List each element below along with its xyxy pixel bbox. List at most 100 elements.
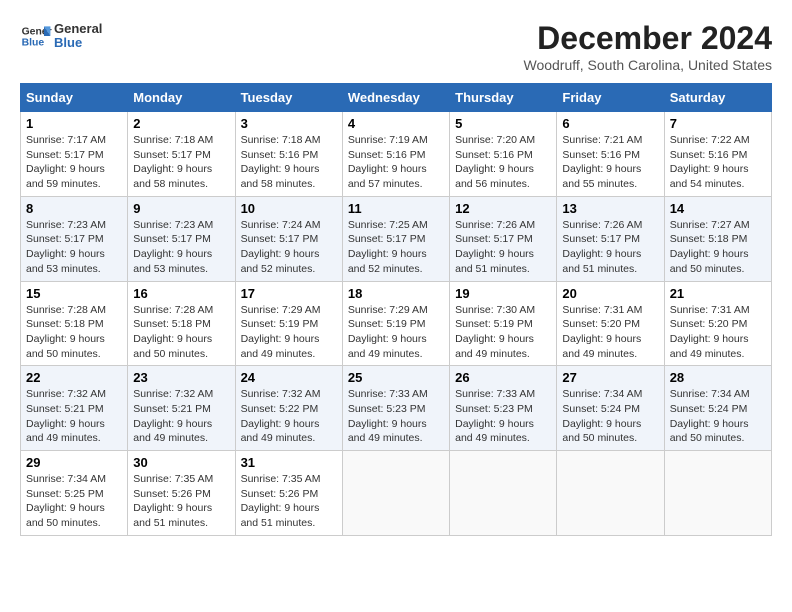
logo-icon: General Blue: [20, 20, 52, 52]
calendar-cell: 15 Sunrise: 7:28 AMSunset: 5:18 PMDaylig…: [21, 281, 128, 366]
calendar-cell: [557, 451, 664, 536]
day-info: Sunrise: 7:28 AMSunset: 5:18 PMDaylight:…: [26, 304, 106, 360]
day-info: Sunrise: 7:35 AMSunset: 5:26 PMDaylight:…: [133, 473, 213, 529]
week-row-2: 8 Sunrise: 7:23 AMSunset: 5:17 PMDayligh…: [21, 196, 772, 281]
calendar-cell: 2 Sunrise: 7:18 AMSunset: 5:17 PMDayligh…: [128, 112, 235, 197]
day-info: Sunrise: 7:18 AMSunset: 5:17 PMDaylight:…: [133, 134, 213, 190]
day-number: 29: [26, 455, 122, 470]
day-number: 26: [455, 370, 551, 385]
calendar-cell: 9 Sunrise: 7:23 AMSunset: 5:17 PMDayligh…: [128, 196, 235, 281]
header-tuesday: Tuesday: [235, 84, 342, 112]
calendar-cell: 14 Sunrise: 7:27 AMSunset: 5:18 PMDaylig…: [664, 196, 771, 281]
day-info: Sunrise: 7:31 AMSunset: 5:20 PMDaylight:…: [562, 304, 642, 360]
calendar-cell: [664, 451, 771, 536]
day-info: Sunrise: 7:29 AMSunset: 5:19 PMDaylight:…: [348, 304, 428, 360]
calendar-cell: 8 Sunrise: 7:23 AMSunset: 5:17 PMDayligh…: [21, 196, 128, 281]
header-sunday: Sunday: [21, 84, 128, 112]
day-number: 4: [348, 116, 444, 131]
week-row-1: 1 Sunrise: 7:17 AMSunset: 5:17 PMDayligh…: [21, 112, 772, 197]
calendar-cell: 25 Sunrise: 7:33 AMSunset: 5:23 PMDaylig…: [342, 366, 449, 451]
svg-text:Blue: Blue: [22, 38, 45, 49]
week-row-4: 22 Sunrise: 7:32 AMSunset: 5:21 PMDaylig…: [21, 366, 772, 451]
calendar-cell: 19 Sunrise: 7:30 AMSunset: 5:19 PMDaylig…: [450, 281, 557, 366]
day-info: Sunrise: 7:31 AMSunset: 5:20 PMDaylight:…: [670, 304, 750, 360]
day-number: 19: [455, 286, 551, 301]
day-info: Sunrise: 7:26 AMSunset: 5:17 PMDaylight:…: [562, 219, 642, 275]
day-info: Sunrise: 7:17 AMSunset: 5:17 PMDaylight:…: [26, 134, 106, 190]
calendar-cell: 5 Sunrise: 7:20 AMSunset: 5:16 PMDayligh…: [450, 112, 557, 197]
calendar-cell: 7 Sunrise: 7:22 AMSunset: 5:16 PMDayligh…: [664, 112, 771, 197]
calendar-cell: 18 Sunrise: 7:29 AMSunset: 5:19 PMDaylig…: [342, 281, 449, 366]
header-thursday: Thursday: [450, 84, 557, 112]
calendar-cell: 30 Sunrise: 7:35 AMSunset: 5:26 PMDaylig…: [128, 451, 235, 536]
calendar-cell: 29 Sunrise: 7:34 AMSunset: 5:25 PMDaylig…: [21, 451, 128, 536]
day-number: 28: [670, 370, 766, 385]
day-info: Sunrise: 7:19 AMSunset: 5:16 PMDaylight:…: [348, 134, 428, 190]
day-info: Sunrise: 7:20 AMSunset: 5:16 PMDaylight:…: [455, 134, 535, 190]
calendar-cell: 24 Sunrise: 7:32 AMSunset: 5:22 PMDaylig…: [235, 366, 342, 451]
header-wednesday: Wednesday: [342, 84, 449, 112]
day-number: 27: [562, 370, 658, 385]
day-info: Sunrise: 7:34 AMSunset: 5:25 PMDaylight:…: [26, 473, 106, 529]
day-number: 13: [562, 201, 658, 216]
day-number: 7: [670, 116, 766, 131]
day-number: 10: [241, 201, 337, 216]
day-number: 1: [26, 116, 122, 131]
day-info: Sunrise: 7:23 AMSunset: 5:17 PMDaylight:…: [133, 219, 213, 275]
calendar-table: SundayMondayTuesdayWednesdayThursdayFrid…: [20, 83, 772, 536]
calendar-cell: 28 Sunrise: 7:34 AMSunset: 5:24 PMDaylig…: [664, 366, 771, 451]
header-friday: Friday: [557, 84, 664, 112]
day-info: Sunrise: 7:22 AMSunset: 5:16 PMDaylight:…: [670, 134, 750, 190]
calendar-cell: 6 Sunrise: 7:21 AMSunset: 5:16 PMDayligh…: [557, 112, 664, 197]
day-number: 24: [241, 370, 337, 385]
calendar-cell: 31 Sunrise: 7:35 AMSunset: 5:26 PMDaylig…: [235, 451, 342, 536]
day-number: 5: [455, 116, 551, 131]
calendar-cell: 12 Sunrise: 7:26 AMSunset: 5:17 PMDaylig…: [450, 196, 557, 281]
week-row-5: 29 Sunrise: 7:34 AMSunset: 5:25 PMDaylig…: [21, 451, 772, 536]
calendar-cell: 1 Sunrise: 7:17 AMSunset: 5:17 PMDayligh…: [21, 112, 128, 197]
day-info: Sunrise: 7:33 AMSunset: 5:23 PMDaylight:…: [455, 388, 535, 444]
day-number: 8: [26, 201, 122, 216]
day-info: Sunrise: 7:25 AMSunset: 5:17 PMDaylight:…: [348, 219, 428, 275]
day-number: 12: [455, 201, 551, 216]
day-info: Sunrise: 7:30 AMSunset: 5:19 PMDaylight:…: [455, 304, 535, 360]
day-info: Sunrise: 7:18 AMSunset: 5:16 PMDaylight:…: [241, 134, 321, 190]
day-number: 14: [670, 201, 766, 216]
day-number: 2: [133, 116, 229, 131]
day-info: Sunrise: 7:26 AMSunset: 5:17 PMDaylight:…: [455, 219, 535, 275]
calendar-cell: 11 Sunrise: 7:25 AMSunset: 5:17 PMDaylig…: [342, 196, 449, 281]
subtitle: Woodruff, South Carolina, United States: [523, 57, 772, 73]
day-number: 3: [241, 116, 337, 131]
day-number: 21: [670, 286, 766, 301]
calendar-cell: 16 Sunrise: 7:28 AMSunset: 5:18 PMDaylig…: [128, 281, 235, 366]
day-info: Sunrise: 7:34 AMSunset: 5:24 PMDaylight:…: [670, 388, 750, 444]
day-info: Sunrise: 7:24 AMSunset: 5:17 PMDaylight:…: [241, 219, 321, 275]
day-number: 23: [133, 370, 229, 385]
day-info: Sunrise: 7:29 AMSunset: 5:19 PMDaylight:…: [241, 304, 321, 360]
header-monday: Monday: [128, 84, 235, 112]
title-area: December 2024 Woodruff, South Carolina, …: [523, 20, 772, 73]
calendar-cell: 21 Sunrise: 7:31 AMSunset: 5:20 PMDaylig…: [664, 281, 771, 366]
day-info: Sunrise: 7:35 AMSunset: 5:26 PMDaylight:…: [241, 473, 321, 529]
calendar-cell: 23 Sunrise: 7:32 AMSunset: 5:21 PMDaylig…: [128, 366, 235, 451]
calendar-cell: 17 Sunrise: 7:29 AMSunset: 5:19 PMDaylig…: [235, 281, 342, 366]
day-info: Sunrise: 7:27 AMSunset: 5:18 PMDaylight:…: [670, 219, 750, 275]
calendar-cell: 13 Sunrise: 7:26 AMSunset: 5:17 PMDaylig…: [557, 196, 664, 281]
day-number: 15: [26, 286, 122, 301]
day-number: 9: [133, 201, 229, 216]
logo-text-blue: Blue: [54, 36, 102, 50]
calendar-header-row: SundayMondayTuesdayWednesdayThursdayFrid…: [21, 84, 772, 112]
day-number: 31: [241, 455, 337, 470]
day-info: Sunrise: 7:33 AMSunset: 5:23 PMDaylight:…: [348, 388, 428, 444]
day-info: Sunrise: 7:21 AMSunset: 5:16 PMDaylight:…: [562, 134, 642, 190]
day-number: 30: [133, 455, 229, 470]
calendar-cell: [450, 451, 557, 536]
calendar-cell: 10 Sunrise: 7:24 AMSunset: 5:17 PMDaylig…: [235, 196, 342, 281]
day-info: Sunrise: 7:23 AMSunset: 5:17 PMDaylight:…: [26, 219, 106, 275]
day-info: Sunrise: 7:32 AMSunset: 5:21 PMDaylight:…: [26, 388, 106, 444]
logo: General Blue General Blue: [20, 20, 102, 52]
day-number: 6: [562, 116, 658, 131]
day-info: Sunrise: 7:32 AMSunset: 5:22 PMDaylight:…: [241, 388, 321, 444]
header-saturday: Saturday: [664, 84, 771, 112]
logo-text-general: General: [54, 22, 102, 36]
